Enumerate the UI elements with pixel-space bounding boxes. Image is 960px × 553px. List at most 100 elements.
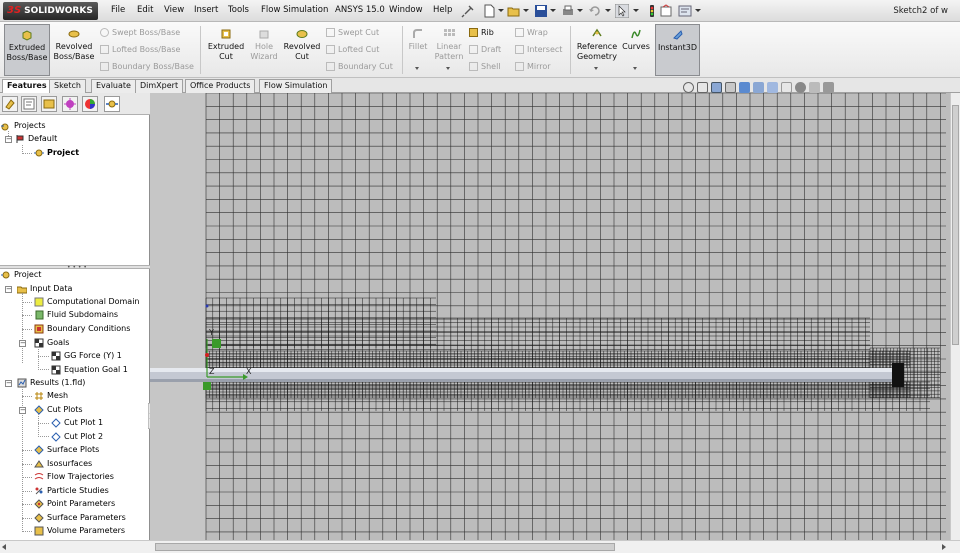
menu-help[interactable]: Help [433,5,452,15]
section-view-icon[interactable] [725,81,736,93]
tree-project-active[interactable]: Project [34,147,79,159]
intersect-button[interactable]: Intersect [515,43,562,55]
menu-ansys[interactable]: ANSYS 15.0 [335,5,385,15]
wrap-button[interactable]: Wrap [515,26,548,38]
tree-computational-domain[interactable]: Computational Domain [34,296,140,308]
hole-wizard-button[interactable]: Hole Wizard [247,24,281,76]
lofted-cut-button[interactable]: Lofted Cut [326,43,379,55]
property-manager-tab-icon[interactable] [21,96,37,112]
reference-geometry-dropdown-icon[interactable] [594,67,598,70]
zoom-to-area-icon[interactable] [697,81,708,93]
menu-insert[interactable]: Insert [194,5,218,15]
tree-input-data[interactable]: Input Data [17,283,72,295]
tab-office-products[interactable]: Office Products [185,79,256,93]
flow-simulation-tab-icon[interactable] [104,96,120,112]
open-dropdown-icon[interactable] [523,9,529,12]
tree-isosurfaces[interactable]: Isosurfaces [34,458,92,470]
menu-flow-simulation[interactable]: Flow Simulation [261,5,328,15]
revolved-cut-button[interactable]: Revolved Cut [283,24,321,76]
open-folder-icon[interactable] [507,4,521,18]
previous-view-icon[interactable] [711,81,722,93]
menu-file[interactable]: File [111,5,125,15]
tree-goals[interactable]: Goals [34,337,69,349]
configuration-manager-tab-icon[interactable] [41,96,57,112]
boundary-boss-button[interactable]: Boundary Boss/Base [100,60,194,72]
collapse-results-icon[interactable]: − [5,380,12,387]
tree-fluid-subdomains[interactable]: Fluid Subdomains [34,309,118,321]
tree-cut-plot-1[interactable]: Cut Plot 1 [51,417,103,429]
tree-point-parameters[interactable]: Point Parameters [34,498,115,510]
hide-show-items-icon[interactable] [781,81,792,93]
tab-evaluate[interactable]: Evaluate [91,79,136,93]
tree-surface-parameters[interactable]: Surface Parameters [34,512,126,524]
undo-dropdown-icon[interactable] [605,9,611,12]
tab-sketch[interactable]: Sketch [49,79,86,93]
save-dropdown-icon[interactable] [550,9,556,12]
revolved-boss-button[interactable]: Revolved Boss/Base [52,24,96,76]
solidworks-logo[interactable]: 3S SOLIDWORKS [3,2,98,20]
fillet-dropdown-icon[interactable] [415,67,419,70]
print-dropdown-icon[interactable] [577,9,583,12]
menu-window[interactable]: Window [389,5,423,15]
horizontal-scrollbar[interactable] [0,540,960,553]
swept-boss-button[interactable]: Swept Boss/Base [100,26,180,38]
graphics-area[interactable]: Y X Z [150,93,950,540]
tree-mesh[interactable]: Mesh [34,390,68,402]
tree-volume-parameters[interactable]: Volume Parameters [34,525,125,537]
tree-cut-plots[interactable]: Cut Plots [34,404,83,416]
collapse-default-icon[interactable]: − [5,136,12,143]
options-dropdown-icon[interactable] [695,9,701,12]
options-icon[interactable] [678,4,692,18]
rebuild-icon[interactable] [645,4,659,18]
view-orientation-icon[interactable] [753,81,764,93]
tree-goal-gg-force[interactable]: GG Force (Y) 1 [51,350,122,362]
collapse-cut-plots-icon[interactable]: − [19,407,26,414]
new-document-icon[interactable] [482,4,496,18]
view-settings-icon[interactable] [823,81,834,93]
mirror-button[interactable]: Mirror [515,60,551,72]
tree-results[interactable]: Results (1.fld) [17,377,85,389]
draft-button[interactable]: Draft [469,43,501,55]
display-manager-tab-icon[interactable] [82,96,98,112]
dimxpert-manager-tab-icon[interactable] [62,96,78,112]
vertical-scroll-thumb[interactable] [952,105,959,345]
collapse-input-data-icon[interactable]: − [5,286,12,293]
tab-features[interactable]: Features [2,79,52,93]
scroll-right-icon[interactable] [942,544,946,550]
tree-cut-plot-2[interactable]: Cut Plot 2 [51,431,103,443]
new-dropdown-icon[interactable] [498,9,504,12]
tree-flow-project[interactable]: Project [1,269,41,281]
rib-button[interactable]: Rib [469,26,494,38]
boundary-cut-button[interactable]: Boundary Cut [326,60,393,72]
horizontal-scroll-thumb[interactable] [155,543,615,551]
tab-dimxpert[interactable]: DimXpert [135,79,184,93]
menu-view[interactable]: View [164,5,184,15]
select-dropdown-icon[interactable] [633,9,639,12]
save-icon[interactable] [534,4,548,18]
instant3d-button[interactable]: Instant3D [655,24,700,76]
select-icon[interactable] [615,4,629,18]
tree-boundary-conditions[interactable]: Boundary Conditions [34,323,130,335]
zoom-to-fit-icon[interactable] [683,81,694,93]
shell-button[interactable]: Shell [469,60,501,72]
feature-manager-tab-icon[interactable] [2,96,18,112]
edit-appearance-icon[interactable] [795,81,806,93]
lofted-boss-button[interactable]: Lofted Boss/Base [100,43,180,55]
extruded-cut-button[interactable]: Extruded Cut [205,24,247,76]
collapse-goals-icon[interactable]: − [19,340,26,347]
print-icon[interactable] [561,4,575,18]
tab-flow-simulation[interactable]: Flow Simulation [259,79,333,93]
extruded-boss-button[interactable]: Extruded Boss/Base [4,24,50,76]
pattern-dropdown-icon[interactable] [446,67,450,70]
vertical-scrollbar[interactable] [950,93,960,540]
undo-icon[interactable] [588,4,602,18]
tree-goal-equation[interactable]: Equation Goal 1 [51,364,128,376]
file-properties-icon[interactable] [659,4,673,18]
tree-surface-plots[interactable]: Surface Plots [34,444,99,456]
tree-flow-trajectories[interactable]: Flow Trajectories [34,471,114,483]
scroll-left-icon[interactable] [2,544,6,550]
display-style-icon[interactable] [767,81,778,93]
pin-icon[interactable] [461,4,475,18]
menu-tools[interactable]: Tools [228,5,249,15]
tree-default[interactable]: Default [15,133,57,145]
